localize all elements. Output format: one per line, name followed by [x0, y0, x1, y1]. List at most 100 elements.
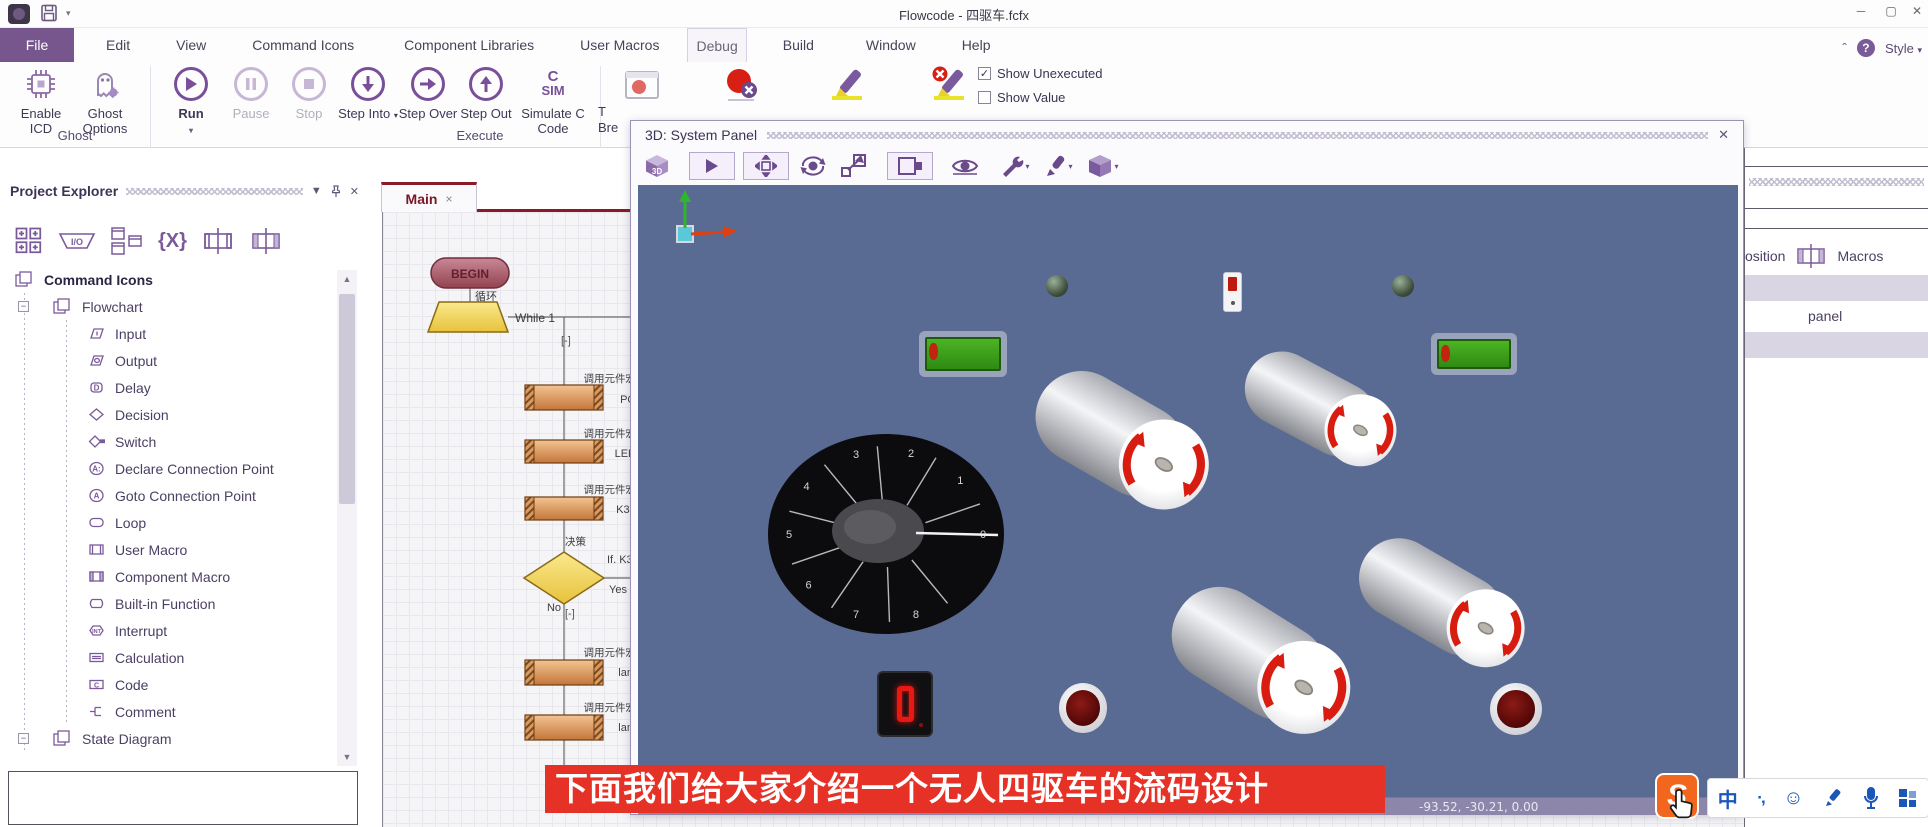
wrench-tool-button[interactable]: ▾ — [995, 152, 1035, 180]
led-sphere[interactable] — [1046, 275, 1068, 297]
tree-item-input[interactable]: Input — [0, 320, 365, 347]
decision-node[interactable] — [524, 552, 604, 604]
menu-file[interactable]: File — [0, 28, 74, 62]
svg-text:[-][interactable]: [-] — [561, 335, 571, 347]
scale-tool-button[interactable] — [833, 152, 873, 180]
scroll-down-icon[interactable]: ▼ — [337, 748, 357, 766]
macro-icon[interactable] — [201, 226, 235, 256]
scroll-up-icon[interactable]: ▲ — [337, 270, 357, 288]
play-simulation-button[interactable] — [689, 152, 735, 180]
region-tool-button[interactable] — [887, 152, 933, 180]
3d-panel-titlebar[interactable]: 3D: System Panel ✕ — [631, 121, 1743, 149]
component-macro-node[interactable] — [525, 497, 603, 520]
component-macro-node[interactable] — [525, 440, 603, 463]
ghost-options-button[interactable]: Ghost Options — [72, 64, 138, 136]
enable-icd-button[interactable]: Enable ICD — [8, 64, 74, 136]
while-loop-node[interactable] — [428, 302, 508, 332]
menu-command-icons[interactable]: Command Icons — [244, 28, 362, 62]
windows-icon[interactable] — [110, 226, 144, 256]
rotary-dial[interactable]: 012345678 — [766, 431, 1006, 636]
help-bubble-icon[interactable]: ? — [1857, 39, 1875, 57]
tree-item-loop[interactable]: Loop — [0, 509, 365, 536]
menu-view[interactable]: View — [168, 28, 214, 62]
motor[interactable] — [1232, 338, 1390, 469]
pin-icon[interactable] — [330, 185, 342, 198]
minimize-button[interactable]: ─ — [1850, 4, 1872, 18]
seven-segment-display[interactable] — [877, 671, 933, 737]
3d-panel-close-icon[interactable]: ✕ — [1718, 127, 1729, 143]
tree-item-user-macro[interactable]: User Macro — [0, 536, 365, 563]
toggle-switch[interactable] — [1223, 272, 1242, 312]
menu-user-macros[interactable]: User Macros — [572, 28, 667, 62]
menu-window[interactable]: Window — [858, 28, 924, 62]
menu-edit[interactable]: Edit — [98, 28, 138, 62]
red-led[interactable] — [1059, 683, 1107, 733]
ime-grid-icon[interactable] — [1898, 788, 1918, 808]
menu-component-libraries[interactable]: Component Libraries — [396, 28, 542, 62]
close-button[interactable]: ✕ — [1906, 4, 1928, 18]
tree-item-interrupt[interactable]: INTInterrupt — [0, 617, 365, 644]
menu-help[interactable]: Help — [954, 28, 999, 62]
menu-debug[interactable]: Debug — [687, 28, 746, 62]
tree-item-delay[interactable]: DDelay — [0, 374, 365, 401]
tree-item-comment[interactable]: Comment — [0, 698, 365, 725]
move-tool-button[interactable] — [743, 152, 789, 180]
svg-text:[-][interactable]: [-] — [565, 608, 575, 620]
motor[interactable] — [1344, 524, 1518, 671]
tree-item-built-in-function[interactable]: Built-in Function — [0, 590, 365, 617]
menu-build[interactable]: Build — [775, 28, 822, 62]
macros-panel-grip[interactable] — [1749, 178, 1924, 186]
panel-close-icon[interactable]: ✕ — [350, 185, 359, 198]
component-macro-node[interactable] — [525, 715, 603, 740]
reset-code-icon[interactable] — [926, 66, 972, 106]
red-led[interactable] — [1490, 683, 1542, 735]
tree-root-command-icons[interactable]: Command Icons — [0, 266, 365, 293]
ime-language-mode[interactable]: 中 — [1718, 784, 1738, 813]
tree-item-flowchart[interactable]: −Flowchart — [0, 293, 365, 320]
tree-item-decision[interactable]: Decision — [0, 401, 365, 428]
clear-all-breakpoints-icon[interactable] — [720, 66, 764, 106]
ime-mic-icon[interactable] — [1863, 787, 1879, 809]
macros-row[interactable] — [1745, 332, 1928, 358]
green-led-bar[interactable] — [919, 331, 1007, 377]
macros-row-panel[interactable]: panel — [1745, 303, 1928, 329]
tree-item-state-diagram[interactable]: −State Diagram — [0, 725, 365, 752]
maximize-button[interactable]: ▢ — [1880, 4, 1902, 18]
tree-item-code[interactable]: CCode — [0, 671, 365, 698]
show-unexecuted-checkbox[interactable]: ✓ Show Unexecuted — [978, 66, 1103, 81]
component-macro-node[interactable] — [525, 385, 603, 410]
macros-row[interactable] — [1745, 275, 1928, 301]
scrollbar-thumb[interactable] — [339, 294, 355, 504]
tree-item-output[interactable]: Output — [0, 347, 365, 374]
simulate-c-code-button[interactable]: CSIM Simulate C Code — [510, 64, 596, 136]
component-macro-node[interactable] — [525, 660, 603, 685]
motor[interactable] — [1154, 569, 1344, 737]
panel-dropdown-icon[interactable]: ▼ — [311, 185, 322, 197]
cube-tool-button[interactable]: ▾ — [1081, 152, 1125, 180]
tree-scrollbar[interactable]: ▲ ▼ — [337, 270, 357, 766]
3d-panel-grip[interactable] — [767, 132, 1708, 139]
tree-item-goto-connection-point[interactable]: AGoto Connection Point — [0, 482, 365, 509]
style-menu[interactable]: Style ▾ — [1885, 41, 1922, 56]
component-macro-toolbar-icon[interactable] — [249, 226, 283, 256]
tree-item-calculation[interactable]: Calculation — [0, 644, 365, 671]
add-icons-grid-icon[interactable] — [14, 226, 44, 256]
show-value-checkbox[interactable]: Show Value — [978, 90, 1065, 105]
eye-tool-button[interactable] — [945, 152, 985, 180]
tab-main[interactable]: Main × — [381, 182, 477, 212]
ime-punctuation-icon[interactable]: ·, — [1757, 788, 1763, 808]
green-led-bar[interactable] — [1431, 333, 1517, 375]
collapse-expander-icon[interactable]: − — [18, 301, 29, 312]
tree-item-switch[interactable]: Switch — [0, 428, 365, 455]
variables-icon[interactable]: {X} — [158, 230, 187, 253]
toggle-breakpoints-icon[interactable] — [622, 68, 662, 104]
motor[interactable] — [1019, 354, 1204, 514]
panel-grip[interactable] — [126, 188, 303, 195]
tab-close-icon[interactable]: × — [445, 192, 452, 206]
brush-tool-button[interactable]: ▾ — [1039, 152, 1077, 180]
collapse-ribbon-icon[interactable]: ˆ — [1842, 40, 1847, 56]
orbit-tool-button[interactable] — [795, 152, 831, 180]
ime-emoji-icon[interactable]: ☺ — [1783, 787, 1803, 810]
collapse-expander-icon[interactable]: − — [18, 733, 29, 744]
3d-viewport[interactable]: 012345678 — [638, 185, 1738, 797]
